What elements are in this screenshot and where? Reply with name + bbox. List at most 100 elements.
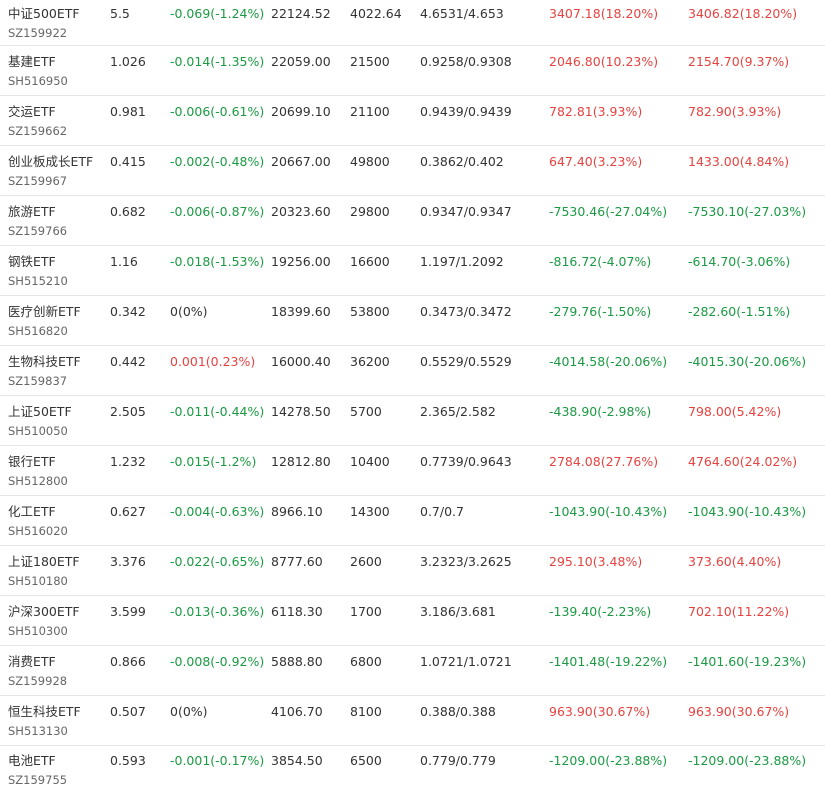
fund-cell[interactable]: 沪深300ETF SH510300 xyxy=(0,595,110,646)
market-value-cell: 20667.00 xyxy=(271,145,350,196)
shares: 53800 xyxy=(350,303,390,319)
change-cell: -0.001(-0.17%) xyxy=(170,746,271,794)
market-value-cell: 22124.52 xyxy=(271,0,350,46)
price-change: -0.008(-0.92%) xyxy=(170,653,265,669)
fund-name[interactable]: 旅游ETF xyxy=(8,202,110,222)
table-body: 中证500ETF SZ159922 5.5 -0.069(-1.24%) 22124.5… xyxy=(0,0,825,793)
pnl-cell: -4014.58(-20.06%) xyxy=(549,345,688,396)
fund-cell[interactable]: 中证500ETF SZ159922 xyxy=(0,0,110,46)
table-row[interactable]: 创业板成长ETF SZ159967 0.415 -0.002(-0.48%) 20667… xyxy=(0,145,825,196)
table-row[interactable]: 沪深300ETF SH510300 3.599 -0.013(-0.36%) 6118.… xyxy=(0,595,825,646)
fund-name[interactable]: 钢铁ETF xyxy=(8,252,110,272)
fund-name[interactable]: 交运ETF xyxy=(8,102,110,122)
market-value: 4106.70 xyxy=(271,703,323,719)
profit-loss-total: 4764.60(24.02%) xyxy=(688,453,798,469)
change-cell: -0.002(-0.48%) xyxy=(170,145,271,196)
fund-cell[interactable]: 上证180ETF SH510180 xyxy=(0,545,110,596)
table-row[interactable]: 中证500ETF SZ159922 5.5 -0.069(-1.24%) 22124.5… xyxy=(0,0,825,46)
cost-cell: 0.9347/0.9347 xyxy=(420,195,549,246)
market-value-cell: 4106.70 xyxy=(271,695,350,746)
table-row[interactable]: 上证180ETF SH510180 3.376 -0.022(-0.65%) 8777.… xyxy=(0,545,825,596)
table-row[interactable]: 消费ETF SZ159928 0.866 -0.008(-0.92%) 5888.80 6… xyxy=(0,645,825,696)
price-cell: 0.682 xyxy=(110,195,170,246)
etf-holdings-table: 中证500ETF SZ159922 5.5 -0.069(-1.24%) 22124.5… xyxy=(0,0,825,793)
price-change: -0.002(-0.48%) xyxy=(170,153,265,169)
fund-name[interactable]: 上证180ETF xyxy=(8,552,110,572)
table-row[interactable]: 基建ETF SH516950 1.026 -0.014(-1.35%) 22059.00… xyxy=(0,45,825,96)
pnl-cell: 2046.80(10.23%) xyxy=(549,45,688,96)
fund-cell[interactable]: 消费ETF SZ159928 xyxy=(0,645,110,696)
price-cell: 0.442 xyxy=(110,345,170,396)
profit-loss-total: 963.90(30.67%) xyxy=(688,703,790,719)
pnl-total-cell: -282.60(-1.51%) xyxy=(688,295,825,346)
shares: 21100 xyxy=(350,103,390,119)
cost-price: 0.5529/0.5529 xyxy=(420,353,512,369)
cost-price: 1.0721/1.0721 xyxy=(420,653,512,669)
table-row[interactable]: 医疗创新ETF SH516820 0.342 0(0%) 18399.60 53800 0.… xyxy=(0,295,825,346)
market-value: 20699.10 xyxy=(271,103,331,119)
pnl-cell: -7530.46(-27.04%) xyxy=(549,195,688,246)
market-value: 16000.40 xyxy=(271,353,331,369)
table-row[interactable]: 旅游ETF SZ159766 0.682 -0.006(-0.87%) 20323.60… xyxy=(0,195,825,246)
price: 3.599 xyxy=(110,603,146,619)
market-value: 8777.60 xyxy=(271,553,323,569)
fund-name[interactable]: 创业板成长ETF xyxy=(8,152,110,172)
change-cell: -0.006(-0.87%) xyxy=(170,195,271,246)
table-row[interactable]: 钢铁ETF SH515210 1.16 -0.018(-1.53%) 19256.00 1… xyxy=(0,245,825,296)
market-value-cell: 22059.00 xyxy=(271,45,350,96)
fund-name[interactable]: 基建ETF xyxy=(8,52,110,72)
price-cell: 5.5 xyxy=(110,0,170,46)
fund-cell[interactable]: 生物科技ETF SZ159837 xyxy=(0,345,110,396)
profit-loss: -7530.46(-27.04%) xyxy=(549,203,668,219)
fund-cell[interactable]: 交运ETF SZ159662 xyxy=(0,95,110,146)
shares: 6800 xyxy=(350,653,382,669)
table-row[interactable]: 化工ETF SH516020 0.627 -0.004(-0.63%) 8966.10 1… xyxy=(0,495,825,546)
fund-name[interactable]: 恒生科技ETF xyxy=(8,702,110,722)
change-cell: -0.014(-1.35%) xyxy=(170,45,271,96)
shares: 29800 xyxy=(350,203,390,219)
price-cell: 0.507 xyxy=(110,695,170,746)
table-row[interactable]: 银行ETF SH512800 1.232 -0.015(-1.2%) 12812.80 1… xyxy=(0,445,825,496)
market-value-cell: 16000.40 xyxy=(271,345,350,396)
fund-name[interactable]: 消费ETF xyxy=(8,652,110,672)
pnl-total-cell: 782.90(3.93%) xyxy=(688,95,825,146)
cost-price: 0.7739/0.9643 xyxy=(420,453,512,469)
fund-cell[interactable]: 银行ETF SH512800 xyxy=(0,445,110,496)
fund-name[interactable]: 电池ETF xyxy=(8,751,110,771)
fund-name[interactable]: 医疗创新ETF xyxy=(8,302,110,322)
table-row[interactable]: 恒生科技ETF SH513130 0.507 0(0%) 4106.70 8100 0.38… xyxy=(0,695,825,746)
fund-name[interactable]: 化工ETF xyxy=(8,502,110,522)
fund-cell[interactable]: 上证50ETF SH510050 xyxy=(0,395,110,446)
fund-name[interactable]: 银行ETF xyxy=(8,452,110,472)
fund-name[interactable]: 中证500ETF xyxy=(8,4,110,24)
table-row[interactable]: 生物科技ETF SZ159837 0.442 0.001(0.23%) 16000.40… xyxy=(0,345,825,396)
cost-cell: 3.186/3.681 xyxy=(420,595,549,646)
pnl-total-cell: -4015.30(-20.06%) xyxy=(688,345,825,396)
fund-cell[interactable]: 钢铁ETF SH515210 xyxy=(0,245,110,296)
table-row[interactable]: 交运ETF SZ159662 0.981 -0.006(-0.61%) 20699.10… xyxy=(0,95,825,146)
shares-cell: 14300 xyxy=(350,495,420,546)
market-value-cell: 6118.30 xyxy=(271,595,350,646)
fund-code: SZ159766 xyxy=(8,223,68,238)
cost-price: 4.6531/4.653 xyxy=(420,5,504,21)
fund-cell[interactable]: 电池ETF SZ159755 xyxy=(0,746,110,794)
fund-name[interactable]: 生物科技ETF xyxy=(8,352,110,372)
fund-cell[interactable]: 医疗创新ETF SH516820 xyxy=(0,295,110,346)
price: 1.16 xyxy=(110,253,138,269)
fund-name[interactable]: 沪深300ETF xyxy=(8,602,110,622)
table-row[interactable]: 上证50ETF SH510050 2.505 -0.011(-0.44%) 14278.… xyxy=(0,395,825,446)
price-change: -0.014(-1.35%) xyxy=(170,53,265,69)
fund-cell[interactable]: 化工ETF SH516020 xyxy=(0,495,110,546)
price: 0.507 xyxy=(110,703,146,719)
market-value-cell: 8966.10 xyxy=(271,495,350,546)
cost-price: 3.2323/3.2625 xyxy=(420,553,512,569)
fund-name[interactable]: 上证50ETF xyxy=(8,402,110,422)
fund-cell[interactable]: 旅游ETF SZ159766 xyxy=(0,195,110,246)
fund-code: SZ159928 xyxy=(8,673,68,688)
fund-cell[interactable]: 创业板成长ETF SZ159967 xyxy=(0,145,110,196)
fund-cell[interactable]: 基建ETF SH516950 xyxy=(0,45,110,96)
market-value: 18399.60 xyxy=(271,303,331,319)
fund-cell[interactable]: 恒生科技ETF SH513130 xyxy=(0,695,110,746)
shares-cell: 6500 xyxy=(350,746,420,794)
table-row[interactable]: 电池ETF SZ159755 0.593 -0.001(-0.17%) 3854.50 6… xyxy=(0,746,825,794)
